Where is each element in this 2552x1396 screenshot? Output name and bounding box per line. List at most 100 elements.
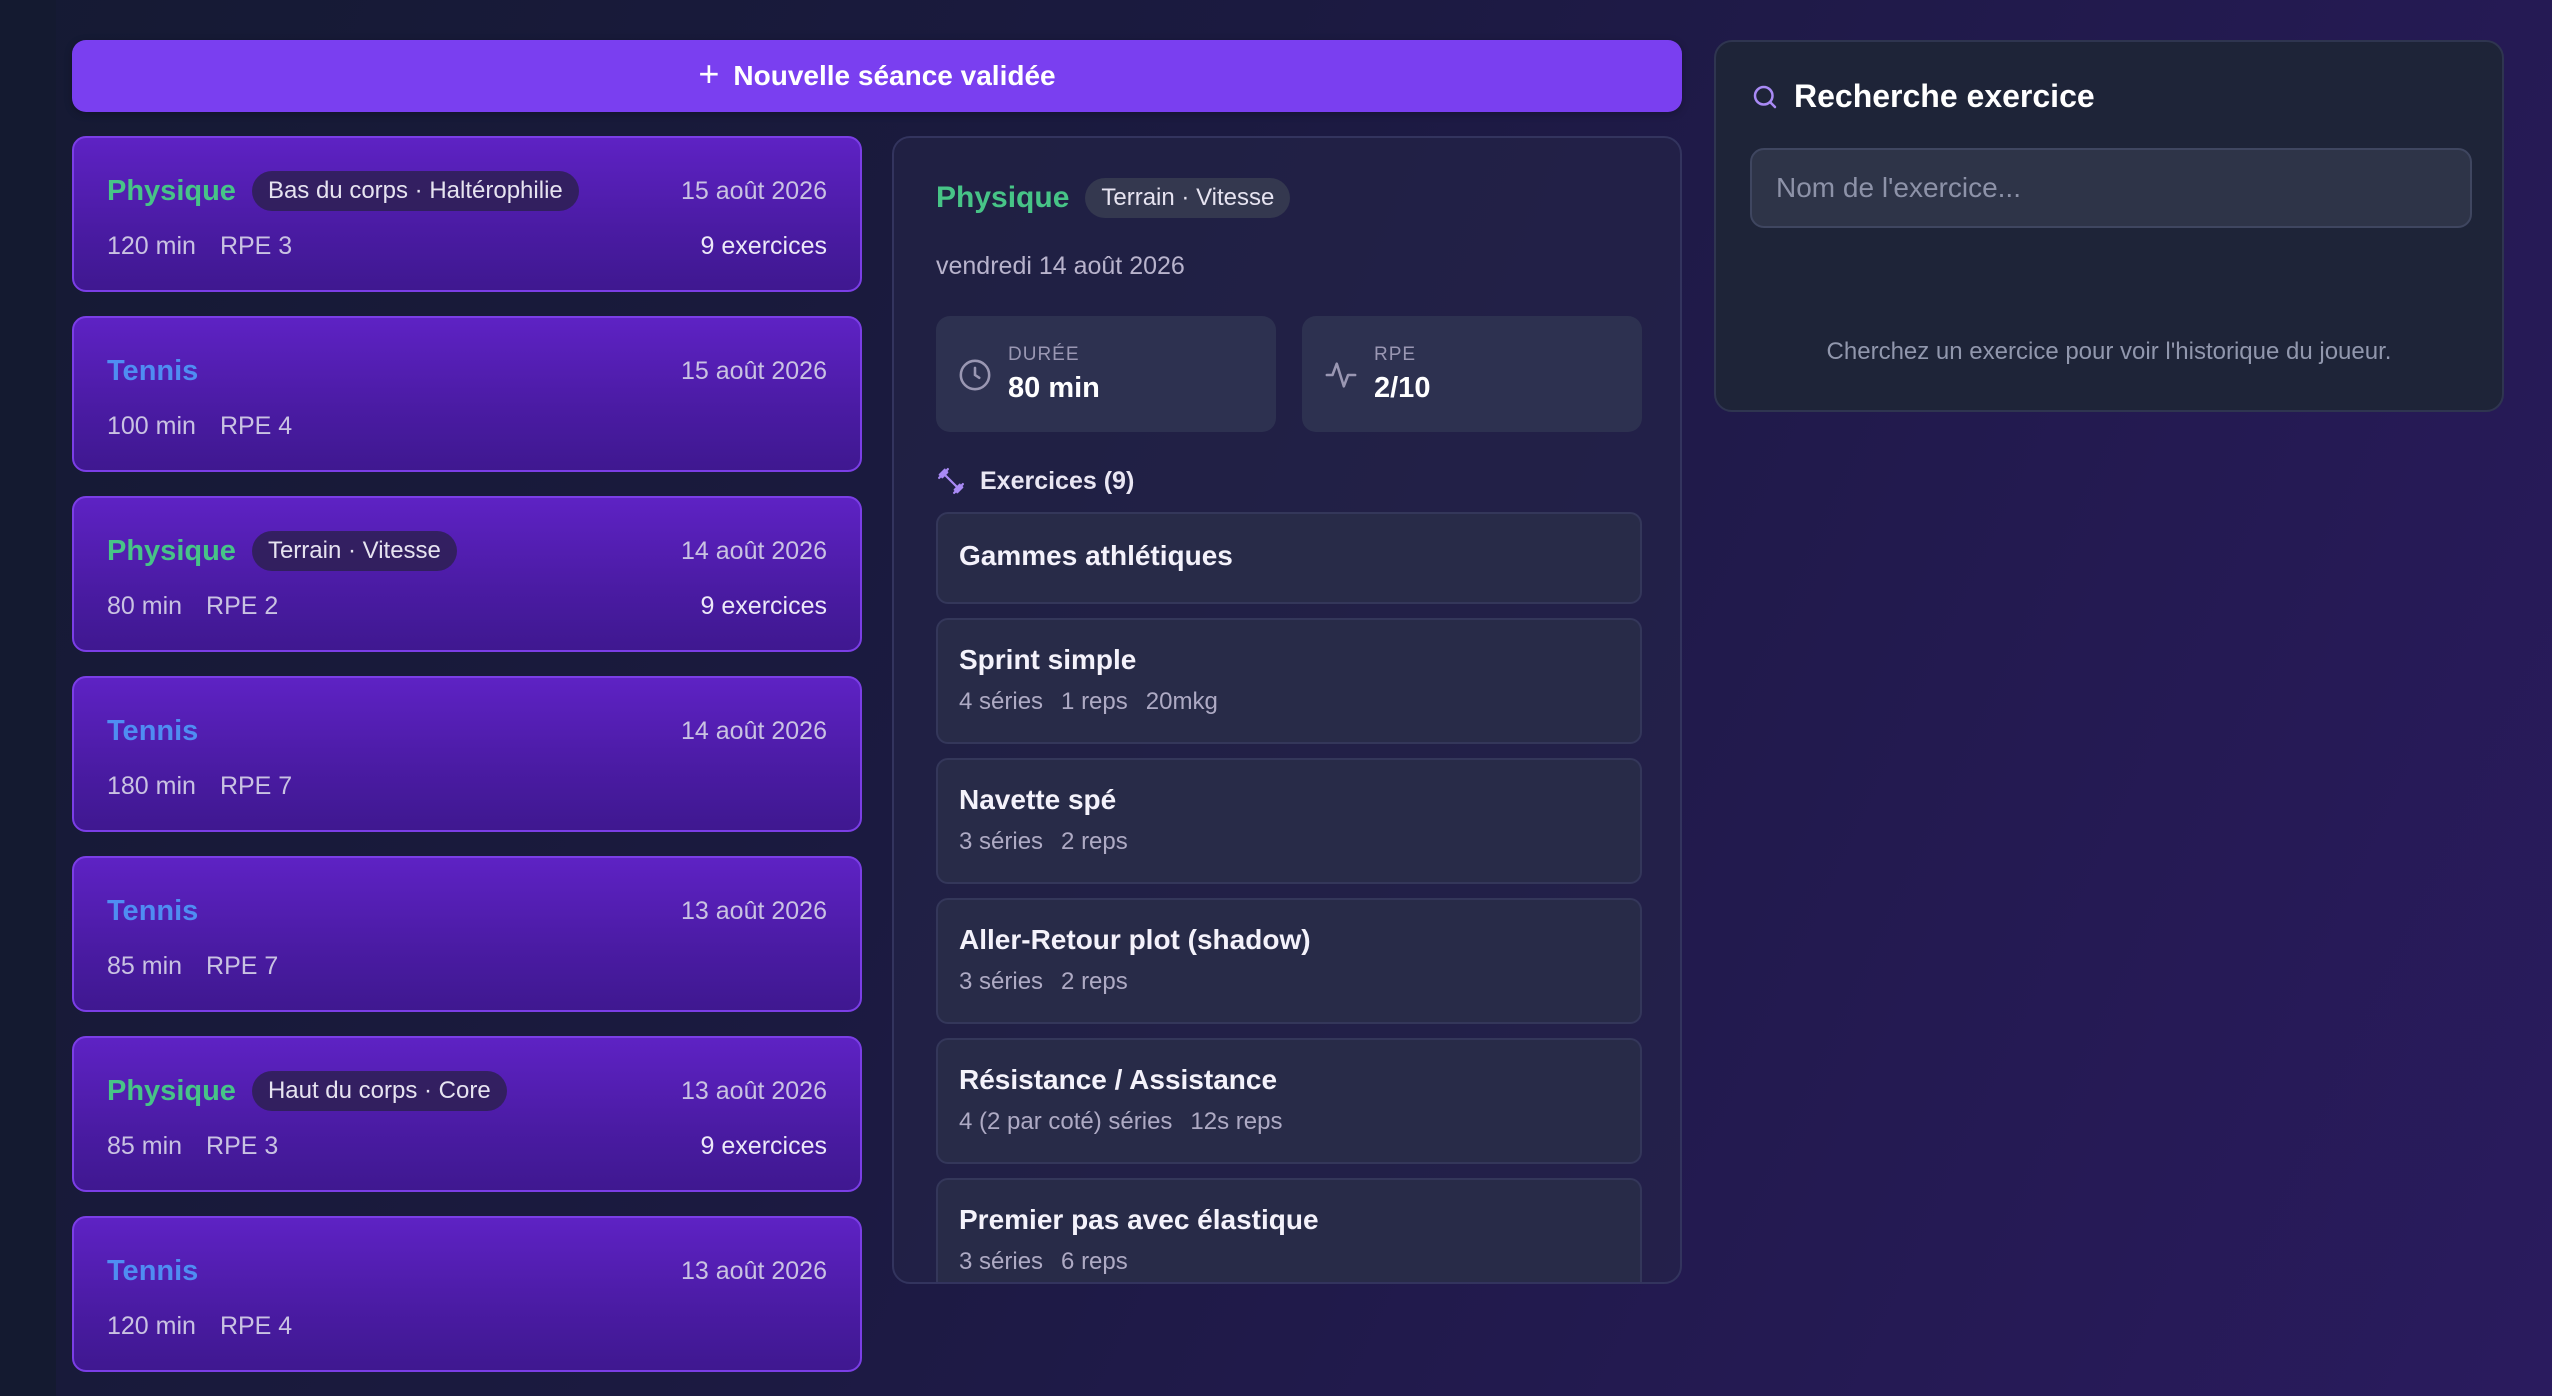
- session-card[interactable]: Tennis 14 août 2026 180 min RPE 7: [72, 676, 862, 832]
- exercise-item[interactable]: Résistance / Assistance 4 (2 par coté) sé…: [936, 1038, 1642, 1164]
- session-card-header: Physique Bas du corps · Haltérophilie 15 a…: [107, 170, 827, 212]
- session-duration: 120 min: [107, 1311, 196, 1340]
- exercise-search-input[interactable]: [1750, 148, 2472, 228]
- session-tag: Bas du corps · Haltérophilie: [251, 171, 579, 211]
- detail-type: Physique: [936, 181, 1070, 214]
- session-card-header: Tennis 13 août 2026: [107, 890, 827, 932]
- session-tag: Terrain · Vitesse: [251, 531, 457, 571]
- plus-icon: +: [698, 53, 720, 94]
- exercise-meta: 3 séries 2 reps: [959, 968, 1128, 996]
- session-type: Tennis: [107, 894, 199, 927]
- session-type: Tennis: [107, 714, 199, 747]
- session-date: 13 août 2026: [681, 1256, 827, 1285]
- detail-tag: Terrain · Vitesse: [1085, 178, 1291, 218]
- exercise-meta-value: 3 séries: [959, 1248, 1044, 1275]
- clock-icon: [959, 359, 991, 391]
- exercise-item[interactable]: Gammes athlétiques: [936, 512, 1642, 604]
- exercise-name: Sprint simple: [959, 644, 1137, 675]
- detail-date: vendredi 14 août 2026: [936, 252, 1185, 280]
- search-icon: [1753, 85, 1777, 108]
- session-rpe: RPE 3: [219, 231, 293, 260]
- session-rpe: RPE 7: [219, 771, 293, 800]
- session-card[interactable]: Physique Haut du corps · Core 13 août 2026…: [72, 1036, 862, 1192]
- session-rpe: RPE 4: [219, 411, 293, 440]
- session-card-header: Tennis 14 août 2026: [107, 710, 827, 752]
- exercise-item[interactable]: Sprint simple 4 séries 1 reps 20mkg: [936, 618, 1642, 744]
- exercise-search-panel: Recherche exercice Cherchez un exercice …: [1714, 40, 2504, 412]
- session-rpe: RPE 7: [206, 951, 279, 980]
- session-tag: Haut du corps · Core: [251, 1071, 507, 1111]
- session-card-meta: 120 min RPE 4: [107, 1308, 827, 1344]
- session-type: Tennis: [107, 1254, 199, 1287]
- session-duration: 85 min: [107, 951, 183, 980]
- exercises-header: Exercices (9): [936, 466, 1134, 496]
- exercise-meta-value: 6 reps: [1061, 1248, 1128, 1275]
- session-card-meta: 120 min RPE 3 9 exercices: [107, 228, 827, 264]
- session-card[interactable]: Physique Bas du corps · Haltérophilie 15 a…: [72, 136, 862, 292]
- session-type: Physique: [107, 174, 236, 207]
- session-duration: 120 min: [107, 231, 196, 260]
- session-date: 14 août 2026: [681, 536, 827, 565]
- session-detail-panel: Physique Terrain · Vitesse vendredi 14 a…: [892, 136, 1682, 1284]
- duration-value: 80 min: [1008, 372, 1100, 404]
- exercise-name: Premier pas avec élastique: [959, 1204, 1319, 1235]
- exercise-meta-value: 3 séries: [959, 828, 1044, 855]
- exercise-meta-value: 2 reps: [1061, 968, 1128, 995]
- exercise-item[interactable]: Premier pas avec élastique 3 séries 6 reps: [936, 1178, 1642, 1282]
- exercise-name: Résistance / Assistance: [959, 1064, 1278, 1095]
- exercise-meta-value: 4 (2 par coté) séries: [959, 1108, 1173, 1135]
- exercise-meta-value: 1 reps: [1061, 688, 1128, 715]
- session-duration: 180 min: [107, 771, 196, 800]
- exercise-meta-value: 2 reps: [1061, 828, 1128, 855]
- session-exercise-count: 9 exercices: [700, 231, 827, 260]
- session-card[interactable]: Tennis 13 août 2026 120 min RPE 4: [72, 1216, 862, 1372]
- session-date: 13 août 2026: [681, 1076, 827, 1105]
- exercise-name: Gammes athlétiques: [959, 540, 1233, 571]
- session-duration: 80 min: [107, 591, 183, 620]
- session-duration: 100 min: [107, 411, 196, 440]
- session-card-meta: 80 min RPE 2 9 exercices: [107, 588, 827, 624]
- detail-header: Physique Terrain · Vitesse: [936, 178, 1291, 218]
- session-exercise-count: 9 exercices: [700, 1131, 827, 1160]
- session-type: Physique: [107, 534, 236, 567]
- exercise-meta: 3 séries 6 reps: [959, 1248, 1128, 1276]
- session-card-meta: 85 min RPE 3 9 exercices: [107, 1128, 827, 1164]
- exercise-meta: 4 (2 par coté) séries 12s reps: [959, 1108, 1282, 1136]
- session-duration: 85 min: [107, 1131, 183, 1160]
- search-hint: Cherchez un exercice pour voir l'histori…: [1826, 338, 2392, 365]
- new-session-button[interactable]: + Nouvelle séance validée: [72, 40, 1682, 112]
- session-card-header: Physique Haut du corps · Core 13 août 2026: [107, 1070, 827, 1112]
- session-card[interactable]: Tennis 13 août 2026 85 min RPE 7: [72, 856, 862, 1012]
- exercise-item[interactable]: Aller-Retour plot (shadow) 3 séries 2 reps: [936, 898, 1642, 1024]
- exercises-header-label: Exercices (9): [980, 466, 1135, 495]
- session-card[interactable]: Physique Terrain · Vitesse 14 août 2026 80 …: [72, 496, 862, 652]
- session-card-meta: 85 min RPE 7: [107, 948, 827, 984]
- duration-stat: DURÉE 80 min: [936, 316, 1276, 432]
- session-rpe: RPE 4: [219, 1311, 293, 1340]
- session-rpe: RPE 2: [206, 591, 279, 620]
- session-rpe: RPE 3: [206, 1131, 279, 1160]
- session-exercise-count: 9 exercices: [700, 591, 827, 620]
- dumbbell-icon: [938, 468, 964, 494]
- new-session-label: Nouvelle séance validée: [733, 60, 1056, 91]
- session-type: Tennis: [107, 354, 199, 387]
- session-date: 14 août 2026: [681, 716, 827, 745]
- exercise-meta-value: 12s reps: [1190, 1108, 1283, 1135]
- session-card-meta: 100 min RPE 4: [107, 408, 827, 444]
- exercise-item[interactable]: Navette spé 3 séries 2 reps: [936, 758, 1642, 884]
- session-card-meta: 180 min RPE 7: [107, 768, 827, 804]
- session-date: 13 août 2026: [681, 896, 827, 925]
- session-type: Physique: [107, 1074, 236, 1107]
- exercise-name: Navette spé: [959, 784, 1117, 815]
- exercise-meta: 4 séries 1 reps 20mkg: [959, 688, 1218, 716]
- left-gutter: [0, 0, 56, 1396]
- rpe-label: RPE: [1374, 344, 1417, 365]
- exercise-name: Aller-Retour plot (shadow): [959, 924, 1311, 955]
- rpe-value: 2/10: [1374, 372, 1431, 404]
- exercise-meta-value: 20mkg: [1145, 688, 1218, 715]
- exercise-meta-value: 4 séries: [959, 688, 1044, 715]
- rpe-stat: RPE 2/10: [1302, 316, 1642, 432]
- search-title: Recherche exercice: [1750, 78, 2095, 115]
- activity-icon: [1325, 362, 1357, 388]
- session-card[interactable]: Tennis 15 août 2026 100 min RPE 4: [72, 316, 862, 472]
